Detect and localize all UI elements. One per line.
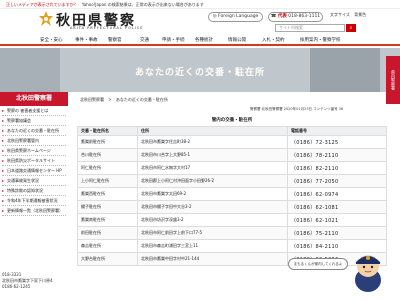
station-name: 大野台駐在所	[77, 252, 138, 266]
nav-item-incidents[interactable]: 事件・事故	[75, 37, 98, 43]
nav-item-recruit[interactable]: 採用案内・警察学校	[300, 37, 341, 43]
search-icon: ⌕	[349, 25, 353, 31]
nav-item-bidding[interactable]: 入札・契約	[262, 37, 285, 43]
sidebar: 北秋田警察署 警察の 被害者支援とは 警察署協議会 あなたの近くの交番・駐在所 …	[0, 92, 68, 300]
utility-links: 文字サイズ 背景色	[330, 12, 369, 18]
sidebar-item-fraud-status[interactable]: 特殊詐欺の認知状況	[2, 186, 66, 196]
hero-banner: あなたの近くの交番・駐在所	[0, 48, 400, 92]
table-row: 阿仁駐在所 北秋田市阿仁水無字大村17 （0186）82-2110	[77, 161, 387, 175]
station-name: 綴子駐在所	[77, 200, 138, 214]
table-row: 鷹巣西駐在所 北秋田市鷹巣字太田69-2 （0186）62-0974	[77, 187, 387, 201]
table-row: 綴子駐在所 北秋田市綴子字田中大谷3-2 （0186）62-1081	[77, 200, 387, 214]
sidebar-item-updates[interactable]: 更新情報一覧（北秋田警察署）	[2, 206, 66, 216]
station-phone: （0186）62-1021	[287, 213, 387, 227]
column-header: 電話番号	[287, 126, 387, 136]
nav-item-traffic[interactable]: 交通	[140, 37, 149, 43]
station-address: 北秋田市鷹巣字太田69-2	[137, 187, 288, 201]
station-name: 阿仁駐在所	[77, 161, 138, 175]
table-row: 前田駐在所 北秋田市阿仁前田字上前下口77-5 （0186）75-2110	[77, 226, 387, 240]
koban-table: 交番・駐在所名 住所 電話番号 鷹巣前駐在所 北秋田市鷹巣字住吉町38-2 （0…	[77, 126, 387, 266]
table-row: 鷹巣前駐在所 北秋田市鷹巣字住吉町38-2 （0186）72-3125	[77, 135, 387, 149]
search-input[interactable]: サイト内検索	[275, 24, 345, 32]
station-phone: （0186）62-1081	[287, 200, 387, 214]
notice-warning[interactable]: 正しいメディアが表示されていますか？	[6, 2, 78, 7]
sidebar-item-jurisdiction[interactable]: 北秋田警察署管内	[2, 136, 66, 146]
sidebar-item-victim-support[interactable]: 警察の 被害者支援とは	[2, 106, 66, 116]
sidebar-fax: 0186-62-1245	[2, 284, 31, 289]
sidebar-item-accident-status[interactable]: 交通事故発生状況	[2, 176, 66, 186]
sidebar-heading[interactable]: 北秋田警察署	[0, 92, 68, 106]
util-link-background[interactable]: 背景色	[354, 12, 366, 17]
station-address: 北秋田市阿仁前田字上前下口77-5	[137, 226, 288, 240]
page-title: あなたの近くの交番・駐在所	[134, 68, 265, 78]
table-caption: 管内の交番・駐在所	[211, 118, 253, 123]
page-meta: 警察署 北秋田警察署 2020年01月23日 コンテンツ番号 36	[250, 107, 344, 111]
column-header: 交番・駐在所名	[77, 126, 138, 136]
station-address: 北秋田市森吉町浦田字三宮上11	[137, 239, 288, 253]
sidebar-item-police-homepage[interactable]: 秋田県警察ホームページ	[2, 146, 66, 156]
mascot-speech-bubble[interactable]: まもるくんが案内してくれるよ	[288, 258, 348, 270]
search-button[interactable]: ⌕	[346, 24, 356, 32]
main-nav: 安全・安心 事件・事故 警察官 交通 申請・手続 各種統計 情報公開 入札・契約…	[0, 34, 400, 46]
station-phone: （0186）78-2110	[287, 148, 387, 162]
breadcrumb-current: あなたの近くの交番・駐在所	[115, 97, 168, 102]
sidebar-item-road-traffic-info[interactable]: 日本道路交通情報センター HP	[2, 166, 66, 176]
station-name: 合川駐在所	[77, 148, 138, 162]
table-row: 上小阿仁駐在所 北秋田郡上小阿仁村沖田面字小田野26-2 （0186）77-20…	[77, 174, 387, 188]
foreign-language-button[interactable]: ◎ Foreign Language	[208, 12, 263, 22]
station-phone: （0186）72-3125	[287, 135, 387, 149]
station-phone: （0186）75-2110	[287, 226, 387, 240]
globe-icon: ◎	[212, 14, 217, 19]
nav-item-applications[interactable]: 申請・手続	[162, 37, 185, 43]
breadcrumb-item[interactable]: 北秋田警察署	[80, 97, 104, 102]
nav-item-statistics[interactable]: 各種統計	[195, 37, 213, 43]
util-link-font-size[interactable]: 文字サイズ	[330, 12, 350, 17]
sidebar-item-disaster-portal[interactable]: 秋田県防災ポータルサイト	[2, 156, 66, 166]
breadcrumb: 北秋田警察署 > あなたの近くの交番・駐在所	[80, 97, 171, 103]
station-address: 北秋田市坊沢字深盛3-2	[137, 213, 288, 227]
sidebar-item-damage-status[interactable]: 令和4年下半期通報被害状況	[2, 196, 66, 206]
table-row: 合川駐在所 北秋田市川合字上大野85-1 （0186）78-2110	[77, 148, 387, 162]
column-header: 住所	[137, 126, 288, 136]
notice-bar: 正しいメディアが表示されていますか？ Yahoo!Japan の検索結果は、正常…	[0, 0, 400, 9]
station-address: 北秋田市川合字上大野85-1	[137, 148, 288, 162]
site-subtitle: AKITA PREFECTURAL POLICE	[70, 26, 144, 30]
station-address: 北秋田市阿仁水無字大村17	[137, 161, 288, 175]
site-header: 秋田県警察 AKITA PREFECTURAL POLICE ◎ Foreign…	[0, 9, 400, 34]
table-row: 鷹巣南駐在所 北秋田市坊沢字深盛3-2 （0186）62-1021	[77, 213, 387, 227]
station-name: 鷹巣南駐在所	[77, 213, 138, 227]
station-name: 上小阿仁駐在所	[77, 174, 138, 188]
police-emblem-icon[interactable]	[39, 11, 53, 27]
station-name: 鷹巣西駐在所	[77, 187, 138, 201]
station-phone: （0186）77-2050	[287, 174, 387, 188]
koban-table-section: 管内の交番・駐在所 交番・駐在所名 住所 電話番号 鷹巣前駐在所 北秋田市鷹巣字…	[77, 116, 387, 266]
station-name: 前田駐在所	[77, 226, 138, 240]
sidebar-contact: 018-3331 北秋田市鷹巣字下家下川原4 0186-62-1245	[2, 272, 53, 290]
station-address: 北秋田市鷹巣中田字村中21-144	[137, 252, 288, 266]
table-row: 森吉駐在所 北秋田市森吉町浦田字三宮上11 （0186）84-2110	[77, 239, 387, 253]
police-mascot-icon[interactable]	[350, 250, 386, 294]
notice-text: Yahoo!Japan の検索結果は、正常の表示が出来ない場合があります	[81, 2, 204, 7]
table-header-row: 交番・駐在所名 住所 電話番号	[77, 126, 387, 136]
nav-item-officers[interactable]: 警察官	[108, 37, 122, 43]
station-phone: （0186）82-2110	[287, 161, 387, 175]
station-address: 北秋田郡上小阿仁村沖田面字小田野26-2	[137, 174, 288, 188]
station-name: 森吉駐在所	[77, 239, 138, 253]
foreign-language-label: Foreign Language	[218, 14, 259, 19]
breadcrumb-separator: >	[108, 97, 112, 102]
station-name: 鷹巣前駐在所	[77, 135, 138, 149]
sidebar-item-koban[interactable]: あなたの近くの交番・駐在所	[2, 126, 66, 136]
phone-button[interactable]: ☎ 代表 018-863-1111	[268, 12, 323, 22]
phone-number: 018-863-1111	[288, 14, 321, 19]
station-phone: （0186）62-0974	[287, 187, 387, 201]
nav-item-disclosure[interactable]: 情報公開	[228, 37, 246, 43]
phone-icon: ☎	[270, 14, 277, 19]
nav-item-safety[interactable]: 安全・安心	[40, 37, 63, 43]
sidebar-item-council[interactable]: 警察署協議会	[2, 116, 66, 126]
station-address: 北秋田市綴子字田中大谷3-2	[137, 200, 288, 214]
phone-label: 代表	[277, 14, 287, 19]
station-address: 北秋田市鷹巣字住吉町38-2	[137, 135, 288, 149]
prefecture-stations-tab[interactable]: 県内警察署	[386, 56, 400, 104]
